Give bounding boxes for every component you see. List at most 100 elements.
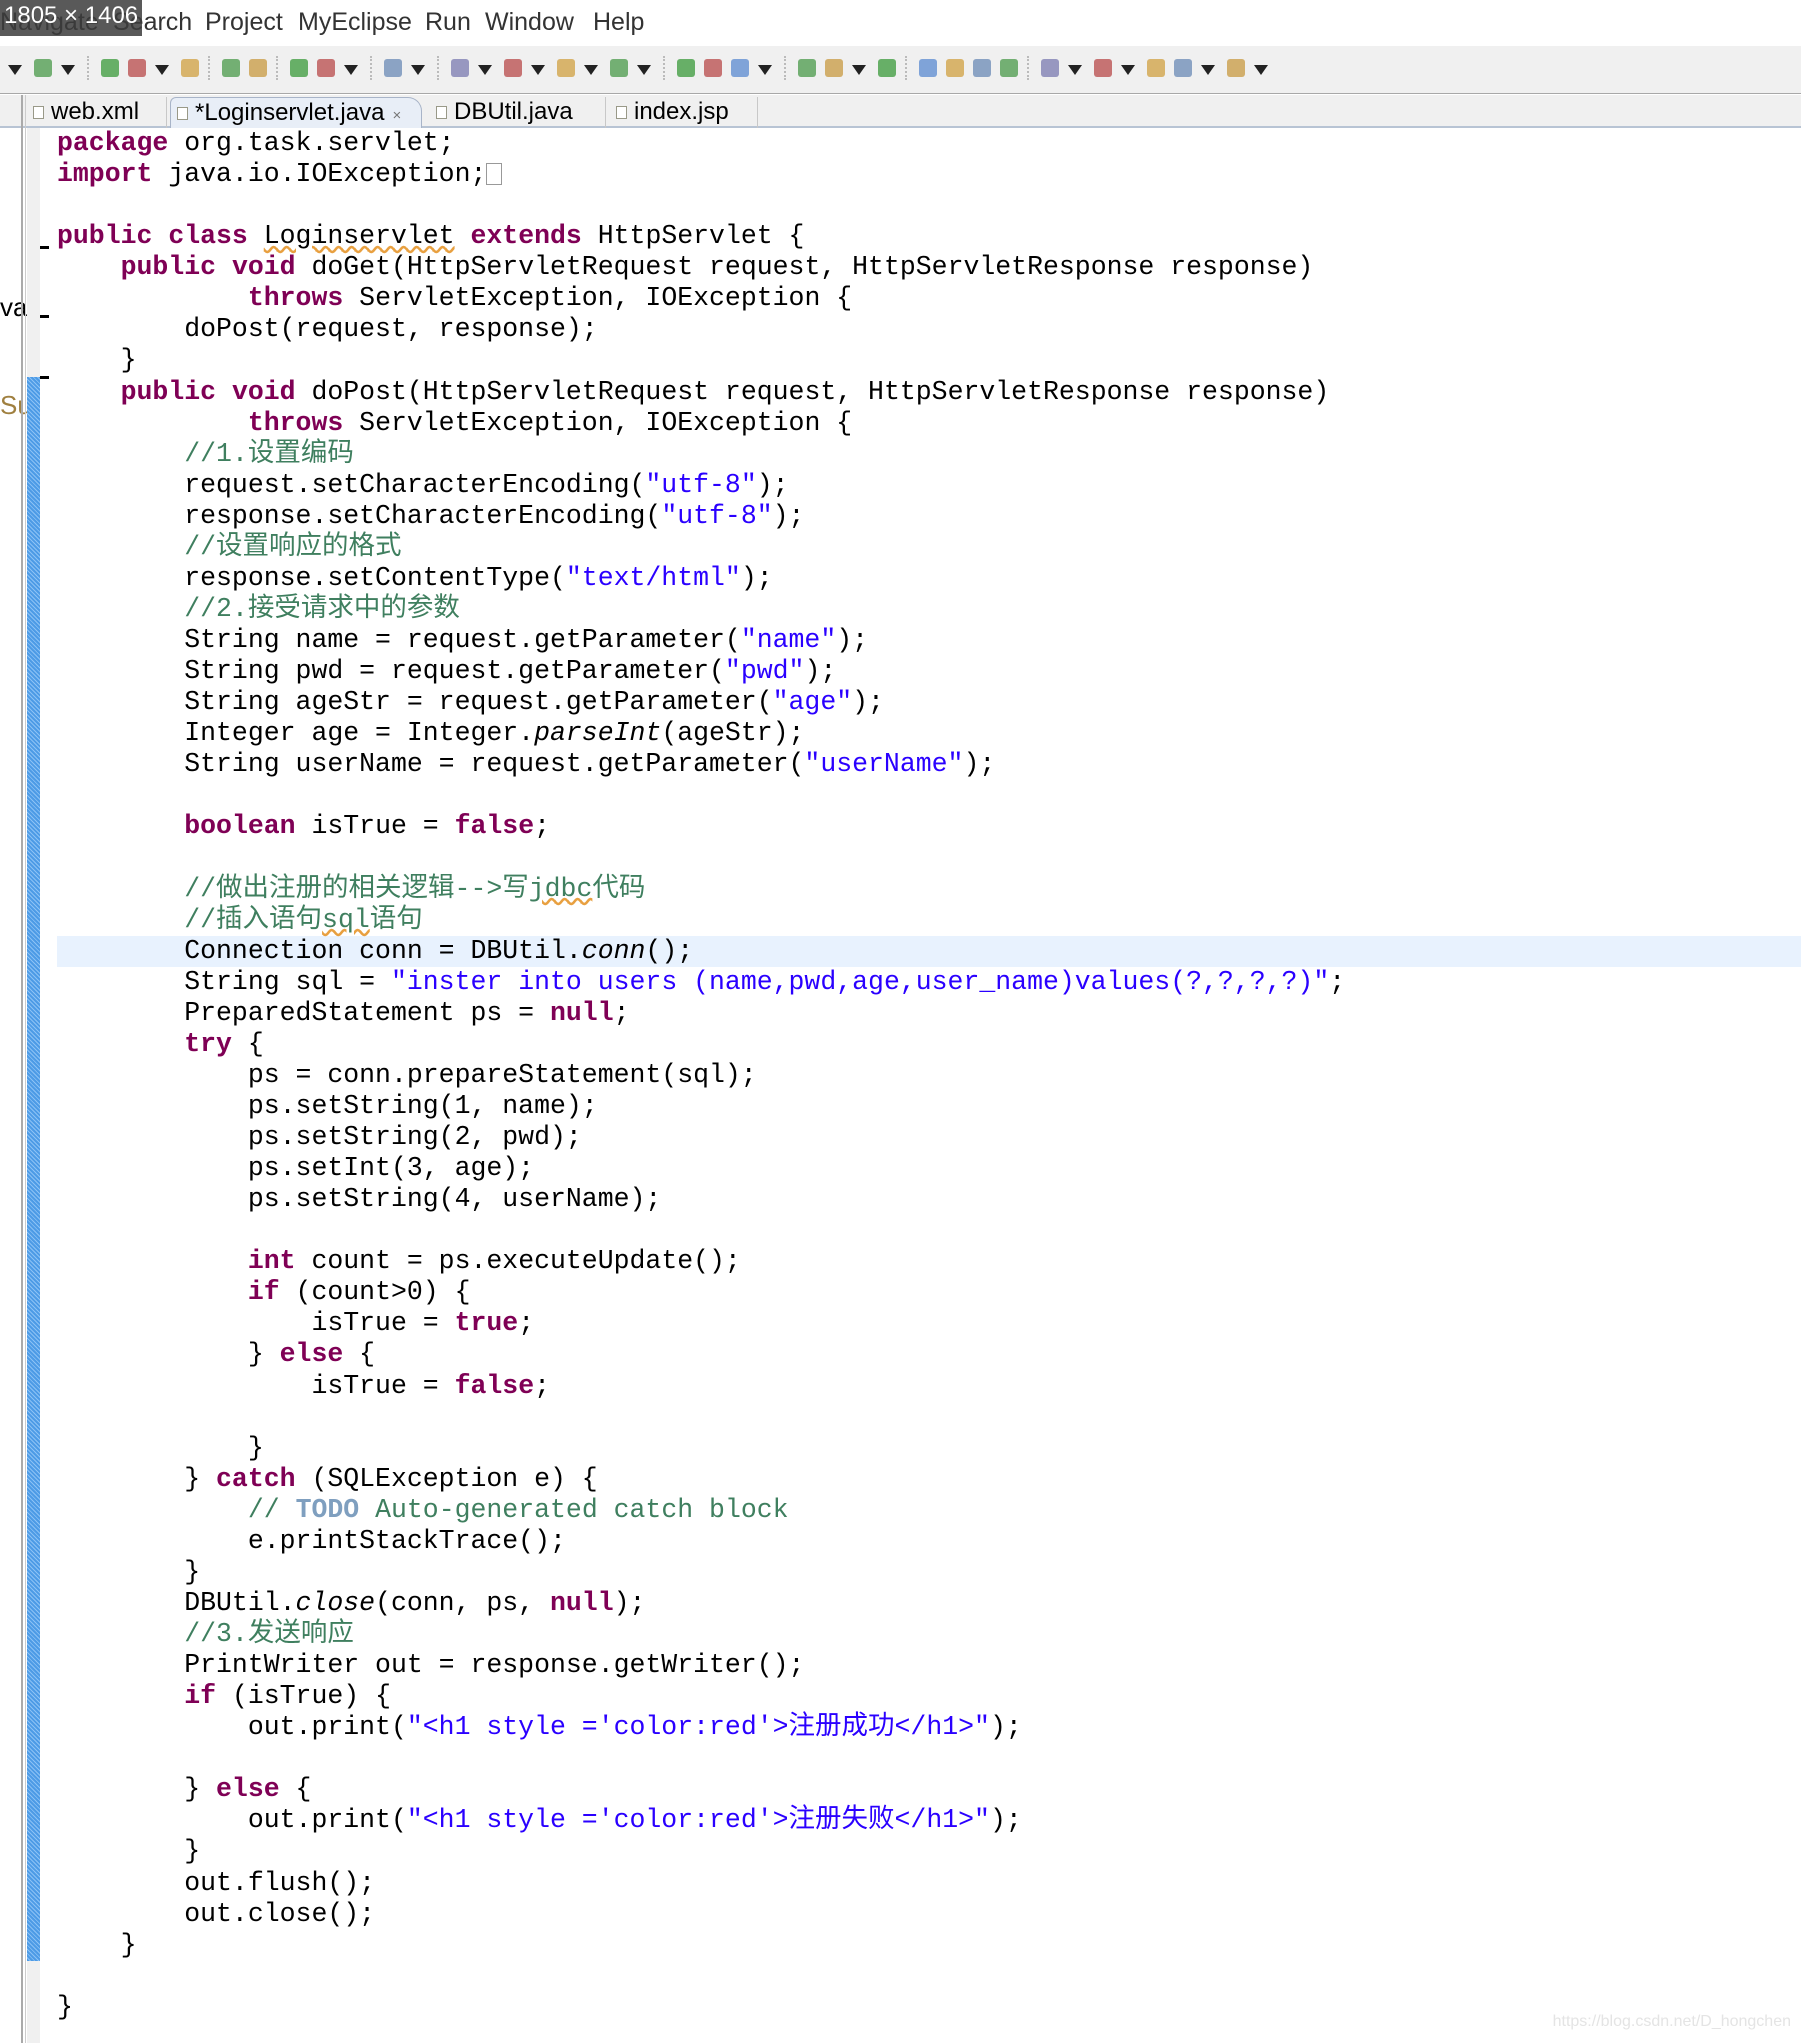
code-line[interactable]: String pwd = request.getParameter("pwd")… [57, 656, 1801, 687]
code-line[interactable]: } else { [57, 1774, 1801, 1805]
dropdown-arrow-icon[interactable] [584, 65, 598, 75]
toolbar-button-icon[interactable] [384, 59, 402, 77]
dropdown-arrow-icon[interactable] [1254, 65, 1268, 75]
code-line[interactable]: response.setContentType("text/html"); [57, 563, 1801, 594]
toolbar-button-icon[interactable] [919, 59, 937, 77]
menu-help[interactable]: Help [593, 8, 644, 37]
code-line[interactable]: public void doPost(HttpServletRequest re… [57, 377, 1801, 408]
dropdown-arrow-icon[interactable] [1068, 65, 1082, 75]
code-line[interactable]: String name = request.getParameter("name… [57, 625, 1801, 656]
code-line[interactable]: ps.setString(1, name); [57, 1091, 1801, 1122]
dropdown-arrow-icon[interactable] [637, 65, 651, 75]
code-line[interactable] [57, 1961, 1801, 1992]
code-line[interactable]: } [57, 1992, 1801, 2023]
toolbar-button-icon[interactable] [1147, 59, 1165, 77]
toolbar-button-icon[interactable] [946, 59, 964, 77]
code-line[interactable]: ps.setInt(3, age); [57, 1153, 1801, 1184]
toolbar-button-icon[interactable] [731, 59, 749, 77]
code-line[interactable]: public void doGet(HttpServletRequest req… [57, 252, 1801, 283]
code-line[interactable]: out.print("<h1 style ='color:red'>注册成功</… [57, 1712, 1801, 1743]
code-line[interactable]: try { [57, 1029, 1801, 1060]
dropdown-arrow-icon[interactable] [1121, 65, 1135, 75]
toolbar-button-icon[interactable] [557, 59, 575, 77]
toolbar-button-icon[interactable] [290, 59, 308, 77]
dropdown-arrow-icon[interactable] [1201, 65, 1215, 75]
code-line[interactable]: // TODO Auto-generated catch block [57, 1495, 1801, 1526]
code-line[interactable]: response.setCharacterEncoding("utf-8"); [57, 501, 1801, 532]
toolbar-button-icon[interactable] [1227, 59, 1245, 77]
code-line[interactable]: if (isTrue) { [57, 1681, 1801, 1712]
code-line[interactable]: PrintWriter out = response.getWriter(); [57, 1650, 1801, 1681]
code-line[interactable]: if (count>0) { [57, 1277, 1801, 1308]
menu-window[interactable]: Window [485, 8, 574, 37]
toolbar-button-icon[interactable] [504, 59, 522, 77]
code-line[interactable]: ps.setString(4, userName); [57, 1184, 1801, 1215]
toolbar-button-icon[interactable] [128, 59, 146, 77]
code-line[interactable]: } [57, 1930, 1801, 1961]
tab-web-xml[interactable]: web.xml [27, 97, 167, 128]
code-line[interactable]: ps.setString(2, pwd); [57, 1122, 1801, 1153]
code-line[interactable]: throws ServletException, IOException { [57, 283, 1801, 314]
code-line[interactable]: Integer age = Integer.parseInt(ageStr); [57, 718, 1801, 749]
toolbar-button-icon[interactable] [249, 59, 267, 77]
tab-loginservlet-java[interactable]: *Loginservlet.java × [170, 97, 422, 128]
dropdown-arrow-icon[interactable] [852, 65, 866, 75]
menu-project[interactable]: Project [205, 8, 283, 37]
dropdown-arrow-icon[interactable] [478, 65, 492, 75]
code-line[interactable]: DBUtil.close(conn, ps, null); [57, 1588, 1801, 1619]
code-line[interactable]: package org.task.servlet; [57, 128, 1801, 159]
code-line[interactable]: //插入语句sql语句 [57, 905, 1801, 936]
code-line[interactable]: //2.接受请求中的参数 [57, 594, 1801, 625]
code-line[interactable]: } [57, 1557, 1801, 1588]
tab-index-jsp[interactable]: index.jsp [610, 97, 758, 128]
code-line[interactable]: import java.io.IOException; [57, 159, 1801, 190]
toolbar-button-icon[interactable] [610, 59, 628, 77]
code-line[interactable]: } catch (SQLException e) { [57, 1464, 1801, 1495]
code-line[interactable]: //做出注册的相关逻辑-->写jdbc代码 [57, 874, 1801, 905]
toolbar-button-icon[interactable] [677, 59, 695, 77]
dropdown-arrow-icon[interactable] [531, 65, 545, 75]
toolbar-button-icon[interactable] [973, 59, 991, 77]
menu-run[interactable]: Run [425, 8, 471, 37]
code-line[interactable]: //3.发送响应 [57, 1619, 1801, 1650]
toolbar-button-icon[interactable] [825, 59, 843, 77]
toolbar-button-icon[interactable] [34, 59, 52, 77]
dropdown-arrow-icon[interactable] [155, 65, 169, 75]
code-line[interactable]: } else { [57, 1339, 1801, 1370]
toolbar-button-icon[interactable] [317, 59, 335, 77]
code-line[interactable]: PreparedStatement ps = null; [57, 998, 1801, 1029]
code-line[interactable]: e.printStackTrace(); [57, 1526, 1801, 1557]
code-line[interactable]: public class Loginservlet extends HttpSe… [57, 221, 1801, 252]
code-line[interactable]: String ageStr = request.getParameter("ag… [57, 687, 1801, 718]
code-line[interactable] [57, 780, 1801, 811]
code-line[interactable]: doPost(request, response); [57, 314, 1801, 345]
toolbar-button-icon[interactable] [101, 59, 119, 77]
code-line[interactable]: throws ServletException, IOException { [57, 408, 1801, 439]
code-line[interactable]: request.setCharacterEncoding("utf-8"); [57, 470, 1801, 501]
code-line[interactable] [57, 190, 1801, 221]
code-line[interactable]: String userName = request.getParameter("… [57, 749, 1801, 780]
folded-imports-button[interactable] [486, 163, 503, 186]
code-line[interactable]: //1.设置编码 [57, 439, 1801, 470]
code-line[interactable]: boolean isTrue = false; [57, 811, 1801, 842]
dropdown-arrow-icon[interactable] [61, 65, 75, 75]
code-line[interactable] [57, 842, 1801, 873]
code-line[interactable]: isTrue = true; [57, 1308, 1801, 1339]
toolbar-button-icon[interactable] [798, 59, 816, 77]
toolbar-button-icon[interactable] [1094, 59, 1112, 77]
code-line[interactable]: ps = conn.prepareStatement(sql); [57, 1060, 1801, 1091]
code-line[interactable]: out.print("<h1 style ='color:red'>注册失败</… [57, 1805, 1801, 1836]
toolbar-button-icon[interactable] [878, 59, 896, 77]
toolbar-button-icon[interactable] [451, 59, 469, 77]
code-line[interactable]: } [57, 345, 1801, 376]
toolbar-button-icon[interactable] [1174, 59, 1192, 77]
code-line[interactable] [57, 1215, 1801, 1246]
code-line[interactable]: isTrue = false; [57, 1371, 1801, 1402]
tab-dbutil-java[interactable]: DBUtil.java [430, 97, 606, 128]
toolbar-button-icon[interactable] [222, 59, 240, 77]
dropdown-arrow-icon[interactable] [411, 65, 425, 75]
code-line[interactable]: } [57, 1433, 1801, 1464]
code-line[interactable]: out.flush(); [57, 1868, 1801, 1899]
code-editor[interactable]: package org.task.servlet; import java.io.… [57, 128, 1801, 2023]
dropdown-arrow-icon[interactable] [344, 65, 358, 75]
